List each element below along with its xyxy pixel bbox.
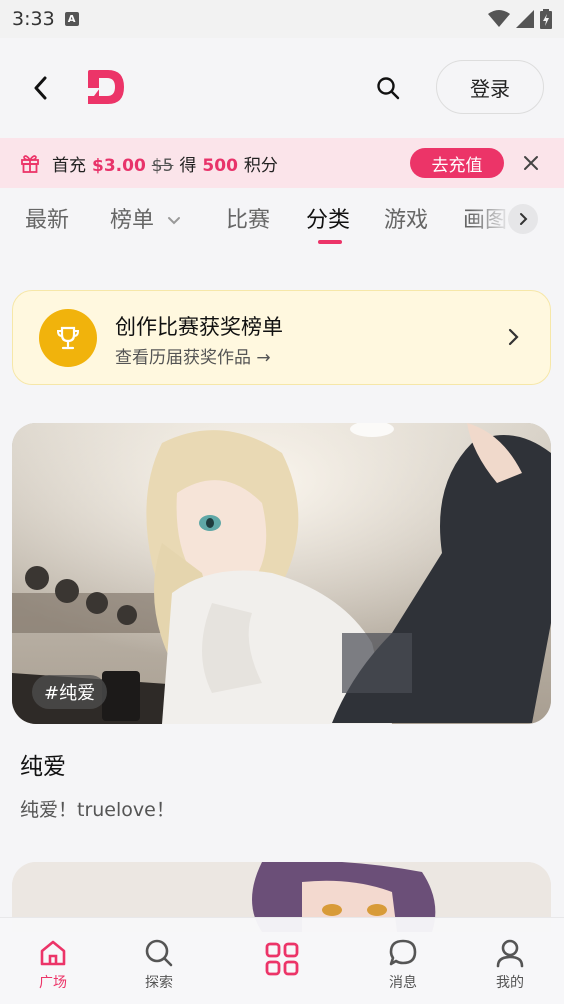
signal-icon xyxy=(516,10,534,28)
back-button[interactable] xyxy=(26,73,56,103)
nav-messages[interactable]: 消息 xyxy=(363,936,443,992)
recharge-button[interactable]: 去充值 xyxy=(410,148,504,178)
chevron-left-icon xyxy=(34,76,47,100)
category-tag: #纯爱 xyxy=(32,675,108,709)
category-tabs: 最新 榜单 比赛 分类 游戏 画图 xyxy=(0,188,564,250)
status-time: 3:33 xyxy=(12,8,55,30)
award-card-subtitle: 查看历届获奖作品 → xyxy=(115,348,271,368)
grid-icon xyxy=(265,942,299,976)
close-icon xyxy=(524,156,538,170)
promo-get-label: 得 xyxy=(179,155,197,176)
chevron-right-icon xyxy=(520,213,528,225)
category-description: 纯爱！truelove！ xyxy=(20,799,175,821)
nav-explore-label: 探索 xyxy=(145,975,173,991)
search-icon xyxy=(142,936,176,970)
chat-icon xyxy=(386,936,420,970)
top-app-bar: 登录 xyxy=(0,38,564,138)
tab-categories[interactable]: 分类 xyxy=(306,202,350,234)
tab-rankings[interactable]: 榜单 xyxy=(110,202,181,234)
tab-latest[interactable]: 最新 xyxy=(25,202,69,234)
nav-profile-label: 我的 xyxy=(496,975,524,991)
contest-awards-card[interactable]: 创作比赛获奖榜单 查看历届获奖作品 → xyxy=(12,290,551,385)
wifi-icon xyxy=(488,10,510,27)
home-icon xyxy=(36,936,70,970)
tab-rankings-label: 榜单 xyxy=(110,208,155,233)
category-title: 纯爱 xyxy=(20,754,66,780)
status-bar: 3:33 A xyxy=(0,0,564,38)
login-button[interactable]: 登录 xyxy=(436,60,544,114)
battery-icon xyxy=(540,9,552,29)
nav-plaza[interactable]: 广场 xyxy=(13,936,93,992)
promo-old-price: $5 xyxy=(151,155,174,176)
gift-icon xyxy=(21,155,39,173)
bottom-navigation: 广场 探索 消息 我的 xyxy=(0,917,564,1004)
user-icon xyxy=(493,936,527,970)
chevron-down-icon xyxy=(168,217,181,225)
status-icons xyxy=(488,9,552,29)
tab-contest[interactable]: 比赛 xyxy=(226,202,270,234)
nav-messages-label: 消息 xyxy=(389,975,417,991)
notification-indicator-icon: A xyxy=(64,12,79,26)
nav-plaza-label: 广场 xyxy=(39,975,67,991)
nav-profile[interactable]: 我的 xyxy=(470,936,550,992)
trophy-icon xyxy=(39,309,97,367)
nav-explore[interactable]: 探索 xyxy=(119,936,199,992)
search-button[interactable] xyxy=(372,72,404,104)
category-cover-image: #纯爱 xyxy=(12,423,551,724)
search-icon xyxy=(377,77,400,100)
promo-points: 500 xyxy=(202,155,238,176)
promo-price: $3.00 xyxy=(92,155,146,176)
active-tab-indicator xyxy=(318,240,342,244)
app-logo-icon xyxy=(88,70,124,104)
nav-create[interactable] xyxy=(242,942,322,976)
promo-points-unit: 积分 xyxy=(243,155,278,176)
promo-prefix: 首充 xyxy=(52,155,86,176)
category-card[interactable]: #纯爱 纯爱 纯爱！truelove！ xyxy=(12,423,551,821)
award-card-title: 创作比赛获奖榜单 xyxy=(115,315,283,339)
promo-text: 首充 $3.00 $5 得 500 积分 xyxy=(52,151,278,176)
first-recharge-banner: 首充 $3.00 $5 得 500 积分 去充值 xyxy=(0,138,564,188)
chevron-right-icon xyxy=(501,325,525,349)
tab-games[interactable]: 游戏 xyxy=(384,202,428,234)
tab-scroll-right-button[interactable] xyxy=(508,204,538,234)
promo-close-button[interactable] xyxy=(518,150,544,176)
